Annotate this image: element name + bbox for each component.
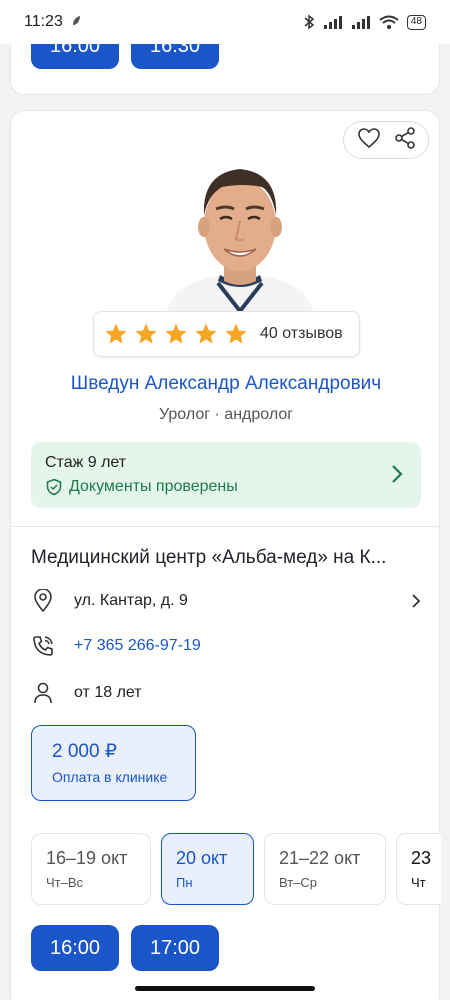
reviews-count[interactable]: 40 отзывов — [260, 325, 343, 343]
time-slot-button[interactable]: 17:00 — [131, 925, 219, 971]
age-row: от 18 лет — [31, 681, 421, 705]
experience-panel[interactable]: Стаж 9 лет Документы проверены — [31, 442, 421, 508]
address-row[interactable]: ул. Кантар, д. 9 — [31, 589, 421, 613]
date-chip[interactable]: 21–22 окт Вт–Ср — [264, 833, 386, 905]
person-icon — [31, 681, 55, 705]
price-option[interactable]: 2 000 ₽ Оплата в клинике — [31, 725, 196, 801]
date-chip-weekday: Пн — [176, 875, 193, 890]
star-icon — [165, 323, 187, 344]
star-icon — [135, 323, 157, 344]
date-chip[interactable]: 23 Чт — [396, 833, 441, 905]
chevron-right-icon — [412, 594, 421, 608]
experience-label: Стаж 9 лет — [45, 454, 127, 471]
star-icon — [225, 323, 247, 344]
date-selector: 16–19 окт Чт–Вс 20 окт Пн 21–22 окт Вт–С… — [31, 833, 441, 905]
chevron-right-icon — [392, 465, 403, 483]
verified-label: Документы проверены — [69, 478, 238, 495]
star-icon — [105, 323, 127, 344]
wifi-icon — [379, 15, 399, 29]
rating-stars — [104, 322, 248, 346]
status-time: 11:23 — [24, 13, 63, 30]
doctor-name[interactable]: Шведун Александр Александрович — [11, 373, 441, 395]
doctor-photo — [166, 143, 314, 311]
rating-box[interactable]: 40 отзывов — [93, 311, 360, 357]
price-value: 2 000 ₽ — [52, 741, 117, 762]
phone-call-icon — [31, 634, 55, 658]
clinic-phone-link[interactable]: +7 365 266-97-19 — [74, 637, 201, 655]
star-icon — [195, 323, 217, 344]
leaf-icon — [71, 15, 81, 30]
date-chip-weekday: Вт–Ср — [279, 875, 318, 890]
date-chip-label: 21–22 окт — [279, 848, 361, 868]
doctor-card: 40 отзывов Шведун Александр Александрови… — [10, 110, 441, 1000]
divider — [11, 526, 441, 527]
share-icon[interactable] — [394, 126, 416, 154]
bluetooth-icon — [304, 14, 315, 30]
time-slot-button[interactable]: 16:00 — [31, 925, 119, 971]
verified-row: Документы проверены — [45, 478, 407, 496]
signal-icon-2 — [351, 16, 370, 29]
date-chip-label: 23 — [411, 848, 432, 868]
battery-icon: 48 — [406, 14, 426, 30]
clinic-name[interactable]: Медицинский центр «Альба-мед» на К... — [31, 547, 426, 569]
date-chip-label: 20 окт — [176, 848, 228, 868]
status-bar: 11:23 48 — [0, 0, 450, 44]
signal-icon — [323, 16, 342, 29]
clinic-address: ул. Кантар, д. 9 — [74, 592, 188, 609]
doctor-specialty: Уролог · андролог — [158, 406, 294, 423]
date-chip-selected[interactable]: 20 окт Пн — [161, 833, 254, 905]
age-restriction: от 18 лет — [74, 684, 142, 701]
home-indicator[interactable] — [135, 986, 315, 991]
date-chip-weekday: Чт — [411, 875, 426, 890]
date-chip-weekday: Чт–Вс — [46, 875, 84, 890]
date-chip-label: 16–19 окт — [46, 848, 128, 868]
location-pin-icon — [31, 589, 55, 613]
card-actions — [343, 121, 429, 159]
status-icons: 48 — [303, 14, 426, 30]
shield-check-icon — [46, 478, 62, 496]
favorite-heart-icon[interactable] — [357, 127, 381, 154]
phone-row[interactable]: +7 365 266-97-19 — [31, 634, 421, 658]
price-note: Оплата в клинике — [52, 769, 168, 785]
date-chip[interactable]: 16–19 окт Чт–Вс — [31, 833, 151, 905]
